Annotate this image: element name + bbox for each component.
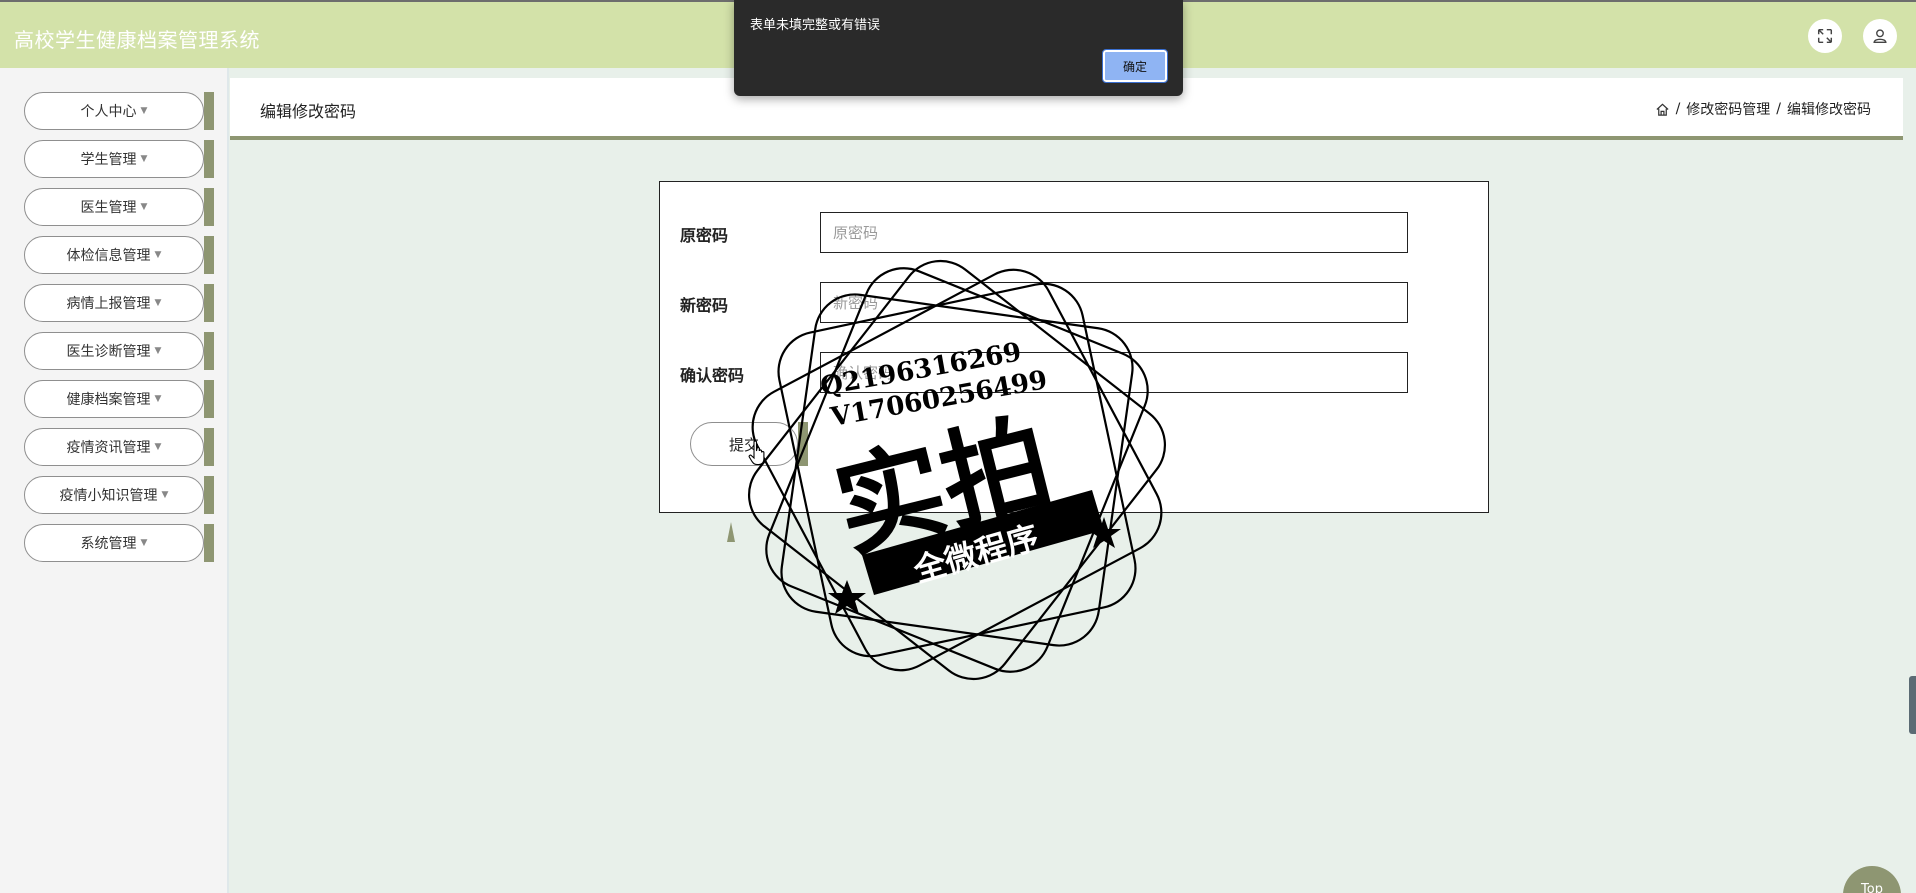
sidebar-item-label: 医生诊断管理 xyxy=(66,344,151,360)
caret-down-icon: ▼ xyxy=(140,202,148,212)
sidebar-item-button[interactable]: 个人中心 ▼ xyxy=(24,92,204,130)
sidebar-item-label: 医生管理 xyxy=(80,200,137,216)
sidebar-item-label: 病情上报管理 xyxy=(66,296,151,312)
sidebar-item-label: 体检信息管理 xyxy=(66,248,151,264)
sidebar-item-button[interactable]: 病情上报管理 ▼ xyxy=(24,284,204,322)
sidebar-item-accent xyxy=(204,476,214,514)
old-password-label: 原密码 xyxy=(680,226,729,245)
caret-down-icon: ▼ xyxy=(154,298,162,308)
sidebar-item-accent xyxy=(204,524,214,562)
back-to-top-button[interactable]: Top xyxy=(1843,866,1901,893)
sidebar-item-system[interactable]: 系统管理 ▼ xyxy=(24,524,214,562)
tooltip-arrow xyxy=(727,522,735,542)
breadcrumb-separator: / xyxy=(1675,101,1681,117)
sidebar-item-button[interactable]: 系统管理 ▼ xyxy=(24,524,204,562)
sidebar-item-accent xyxy=(204,140,214,178)
sidebar-item-button[interactable]: 疫情小知识管理 ▼ xyxy=(24,476,204,514)
sidebar-item-epidemic-tips[interactable]: 疫情小知识管理 ▼ xyxy=(24,476,214,514)
breadcrumb-separator: / xyxy=(1776,101,1781,117)
submit-button[interactable]: 提交 xyxy=(690,422,798,466)
sidebar-item-button[interactable]: 健康档案管理 ▼ xyxy=(24,380,204,418)
caret-down-icon: ▼ xyxy=(154,346,162,356)
page-title: 编辑修改密码 xyxy=(260,102,357,121)
submit-accent xyxy=(798,422,808,466)
sidebar-item-accent xyxy=(204,284,214,322)
user-icon xyxy=(1873,29,1887,43)
alert-ok-button[interactable]: 确定 xyxy=(1102,49,1168,83)
sidebar-item-label: 个人中心 xyxy=(80,104,137,120)
sidebar-item-accent xyxy=(204,428,214,466)
sidebar-item-button[interactable]: 医生诊断管理 ▼ xyxy=(24,332,204,370)
sidebar-item-diagnosis[interactable]: 医生诊断管理 ▼ xyxy=(24,332,214,370)
sidebar-item-label: 健康档案管理 xyxy=(66,392,151,408)
confirm-password-input[interactable] xyxy=(820,352,1408,393)
sidebar-item-accent xyxy=(204,332,214,370)
breadcrumb-current: 编辑修改密码 xyxy=(1787,102,1871,118)
breadcrumb: / 修改密码管理 / 编辑修改密码 xyxy=(1655,99,1871,119)
sidebar-item-button[interactable]: 医生管理 ▼ xyxy=(24,188,204,226)
side-panel-handle[interactable] xyxy=(1909,676,1916,734)
sidebar-item-checkups[interactable]: 体检信息管理 ▼ xyxy=(24,236,214,274)
sidebar: 个人中心 ▼ 学生管理 ▼ 医生管理 ▼ 体检信息管理 ▼ 病情上报管理 ▼ 医生诊断管理… xyxy=(0,68,229,893)
breadcrumb-link-password-management[interactable]: 修改密码管理 xyxy=(1686,99,1770,119)
app-title: 高校学生健康档案管理系统 xyxy=(14,28,260,52)
caret-down-icon: ▼ xyxy=(161,490,169,500)
sidebar-item-accent xyxy=(204,236,214,274)
sidebar-item-label: 疫情小知识管理 xyxy=(59,488,158,504)
caret-down-icon: ▼ xyxy=(154,250,162,260)
confirm-password-label: 确认密码 xyxy=(680,366,745,385)
sidebar-item-accent xyxy=(204,380,214,418)
new-password-label: 新密码 xyxy=(680,296,729,315)
watermark-ribbon: 全微程序 xyxy=(909,518,1043,590)
caret-down-icon: ▼ xyxy=(140,154,148,164)
caret-down-icon: ▼ xyxy=(140,538,148,548)
sidebar-item-personal-center[interactable]: 个人中心 ▼ xyxy=(24,92,214,130)
sidebar-item-accent xyxy=(204,188,214,226)
fullscreen-icon xyxy=(1817,28,1833,44)
sidebar-item-label: 疫情资讯管理 xyxy=(66,440,151,456)
sidebar-item-button[interactable]: 学生管理 ▼ xyxy=(24,140,204,178)
home-icon[interactable] xyxy=(1655,102,1670,117)
sidebar-item-button[interactable]: 疫情资讯管理 ▼ xyxy=(24,428,204,466)
old-password-input[interactable] xyxy=(820,212,1408,253)
caret-down-icon: ▼ xyxy=(154,394,162,404)
user-menu-button[interactable] xyxy=(1863,19,1897,53)
alert-message: 表单未填完整或有错误 xyxy=(750,18,881,33)
sidebar-item-doctors[interactable]: 医生管理 ▼ xyxy=(24,188,214,226)
sidebar-item-students[interactable]: 学生管理 ▼ xyxy=(24,140,214,178)
sidebar-item-illness-reports[interactable]: 病情上报管理 ▼ xyxy=(24,284,214,322)
sidebar-item-button[interactable]: 体检信息管理 ▼ xyxy=(24,236,204,274)
sidebar-item-health-records[interactable]: 健康档案管理 ▼ xyxy=(24,380,214,418)
caret-down-icon: ▼ xyxy=(154,442,162,452)
sidebar-item-epidemic-news[interactable]: 疫情资讯管理 ▼ xyxy=(24,428,214,466)
new-password-input[interactable] xyxy=(820,282,1408,323)
star-icon xyxy=(828,580,866,614)
fullscreen-button[interactable] xyxy=(1808,19,1842,53)
sidebar-item-label: 系统管理 xyxy=(80,536,137,552)
hand-cursor-icon xyxy=(748,440,765,466)
alert-dialog: 表单未填完整或有错误 确定 xyxy=(734,0,1183,96)
sidebar-item-label: 学生管理 xyxy=(80,152,137,168)
star-icon xyxy=(1087,517,1121,548)
change-password-form: 原密码 新密码 确认密码 提交 xyxy=(659,181,1489,513)
sidebar-item-accent xyxy=(204,92,214,130)
caret-down-icon: ▼ xyxy=(140,106,148,116)
